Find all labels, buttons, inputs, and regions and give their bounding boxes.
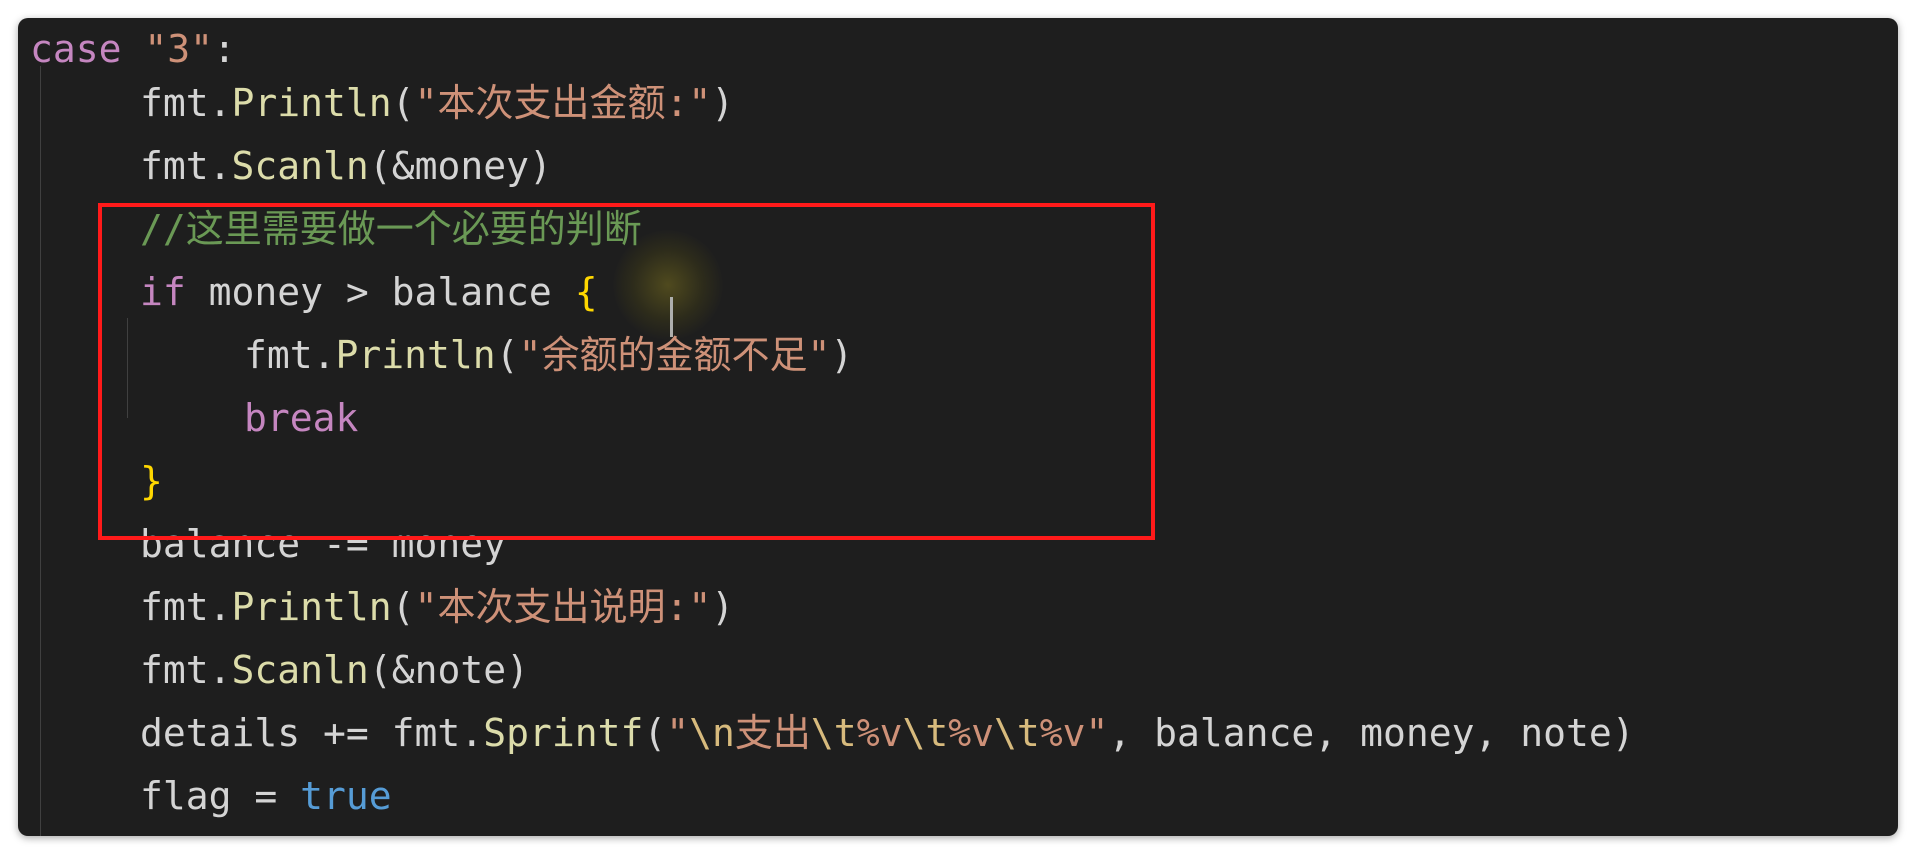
operator: =: [231, 774, 301, 818]
colon: :: [213, 27, 236, 71]
open-paren: (: [391, 585, 415, 629]
variable: flag: [140, 774, 232, 818]
escape-seq: \t: [902, 711, 949, 755]
dot: .: [208, 585, 232, 629]
dot: .: [208, 648, 232, 692]
annotation-box: [98, 203, 1155, 540]
close-paren: ): [711, 81, 735, 125]
argument: &money: [391, 144, 529, 188]
bool-literal: true: [300, 774, 392, 818]
escape-seq: \t: [810, 711, 857, 755]
assignment: details +=: [140, 711, 392, 755]
code-line-3[interactable]: fmt.Scanln(&money): [140, 135, 552, 198]
string-quote: ": [666, 711, 690, 755]
function-name: Scanln: [231, 648, 369, 692]
code-line-13[interactable]: flag = true: [140, 765, 392, 828]
function-name: Scanln: [231, 144, 369, 188]
indent-guide-outer: [40, 66, 41, 836]
close-paren: ): [528, 144, 552, 188]
code-editor[interactable]: case "3": fmt.Println("本次支出金额:") fmt.Sca…: [18, 18, 1898, 836]
keyword-case: case: [30, 27, 122, 71]
close-paren: ): [711, 585, 735, 629]
code-line-10[interactable]: fmt.Println("本次支出说明:"): [140, 576, 734, 639]
format-verb: %v: [856, 711, 903, 755]
dot: .: [208, 81, 232, 125]
close-paren: ): [1611, 711, 1635, 755]
function-name: Println: [231, 81, 392, 125]
close-paren: ): [506, 648, 529, 692]
open-paren: (: [368, 144, 392, 188]
open-paren: (: [643, 711, 667, 755]
string-literal: "本次支出说明:": [414, 585, 712, 629]
function-name: Println: [231, 585, 392, 629]
string-literal: "3": [144, 27, 214, 71]
package-name: fmt: [140, 648, 209, 692]
package-name: fmt: [140, 81, 209, 125]
dot: .: [460, 711, 484, 755]
open-paren: (: [368, 648, 392, 692]
string-literal: "本次支出金额:": [414, 81, 712, 125]
code-line-2[interactable]: fmt.Println("本次支出金额:"): [140, 72, 734, 135]
code-line-11[interactable]: fmt.Scanln(&note): [140, 639, 529, 702]
format-verb: %v: [1039, 711, 1086, 755]
code-line-12[interactable]: details += fmt.Sprintf("\n支出\t%v\t%v\t%v…: [140, 702, 1635, 765]
package-name: fmt: [140, 144, 209, 188]
package-name: fmt: [391, 711, 461, 755]
argument: &note: [391, 648, 507, 692]
arguments: , balance, money, note: [1108, 711, 1612, 755]
format-verb: %v: [948, 711, 994, 755]
package-name: fmt: [140, 585, 209, 629]
open-paren: (: [391, 81, 415, 125]
string-part: 支出: [734, 711, 811, 755]
escape-seq: \t: [993, 711, 1040, 755]
string-quote: ": [1085, 711, 1109, 755]
dot: .: [208, 144, 232, 188]
escape-seq: \n: [689, 711, 735, 755]
function-name: Sprintf: [483, 711, 644, 755]
